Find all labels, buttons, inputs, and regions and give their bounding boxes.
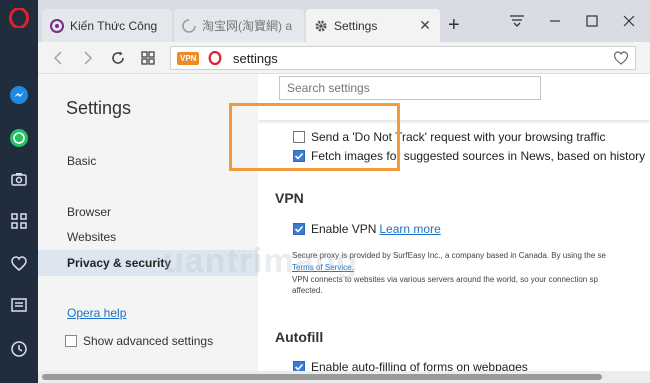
address-bar[interactable]: VPN settings xyxy=(170,46,636,70)
dnt-label: Send a 'Do Not Track' request with your … xyxy=(311,130,606,144)
nav-basic[interactable]: Basic xyxy=(38,148,258,174)
fetch-images-label: Fetch images for suggested sources in Ne… xyxy=(311,149,646,163)
checkmark-icon xyxy=(294,152,304,160)
tab-menu-icon[interactable] xyxy=(506,10,528,32)
show-advanced-checkbox[interactable] xyxy=(65,335,77,347)
whatsapp-icon[interactable] xyxy=(8,127,30,149)
messenger-icon[interactable] xyxy=(8,84,30,106)
search-input[interactable] xyxy=(279,76,541,100)
close-window-icon[interactable] xyxy=(618,10,640,32)
opera-logo[interactable] xyxy=(9,8,29,28)
settings-page: Settings Basic Browser Websites Privacy … xyxy=(38,74,650,383)
tab-strip: Kiến Thức Công 淘宝网(淘寶網) a Settings ✕ + xyxy=(38,0,650,42)
dnt-checkbox[interactable] xyxy=(293,131,305,143)
autofill-section-title: Autofill xyxy=(275,329,324,345)
reload-icon[interactable] xyxy=(108,48,128,68)
apps-grid-icon[interactable] xyxy=(8,210,30,232)
vpn-description-3: affected. xyxy=(292,286,323,295)
horizontal-scrollbar[interactable] xyxy=(38,371,650,383)
learn-more-link[interactable]: Learn more xyxy=(379,222,440,236)
vpn-section-title: VPN xyxy=(275,190,304,206)
fetch-images-option[interactable]: Fetch images for suggested sources in Ne… xyxy=(293,149,645,163)
enable-vpn-checkbox[interactable] xyxy=(293,223,305,235)
speed-dial-grid-icon[interactable] xyxy=(138,48,158,68)
camera-icon[interactable] xyxy=(8,168,30,190)
show-advanced-toggle[interactable]: Show advanced settings xyxy=(65,334,213,348)
back-icon[interactable] xyxy=(48,48,68,68)
tab-title: Settings xyxy=(334,18,378,33)
gear-icon xyxy=(315,20,327,31)
page-title: Settings xyxy=(66,98,132,118)
settings-nav: Settings Basic Browser Websites Privacy … xyxy=(38,74,258,383)
dnt-option[interactable]: Send a 'Do Not Track' request with your … xyxy=(293,130,606,144)
tab-title: Kiến Thức Công xyxy=(70,18,158,33)
url-text[interactable]: settings xyxy=(233,51,278,66)
checkmark-icon xyxy=(294,225,304,233)
enable-vpn-option[interactable]: Enable VPN Learn more xyxy=(293,222,441,236)
settings-content: Send a 'Do Not Track' request with your … xyxy=(258,74,650,383)
maximize-icon[interactable] xyxy=(581,10,603,32)
tab-taobao[interactable]: 淘宝网(淘寶網) a xyxy=(174,9,304,42)
forward-icon[interactable] xyxy=(78,48,98,68)
opera-help-link[interactable]: Opera help xyxy=(67,306,126,320)
bookmark-heart-icon[interactable] xyxy=(613,50,629,66)
search-bar xyxy=(258,74,650,120)
heart-icon[interactable] xyxy=(8,253,30,275)
address-toolbar: VPN settings xyxy=(38,42,650,74)
tab-settings[interactable]: Settings ✕ xyxy=(306,9,440,42)
tab-kienthuc[interactable]: Kiến Thức Công xyxy=(42,9,172,42)
opera-sidebar xyxy=(0,0,38,383)
fetch-images-checkbox[interactable] xyxy=(293,150,305,162)
news-icon[interactable] xyxy=(8,294,30,316)
opera-url-icon xyxy=(208,51,222,65)
close-tab-icon[interactable]: ✕ xyxy=(418,17,432,34)
scrollbar-thumb[interactable] xyxy=(42,374,602,380)
vpn-badge[interactable]: VPN xyxy=(177,52,200,65)
watermark: uantrimang xyxy=(163,242,359,280)
nav-browser[interactable]: Browser xyxy=(38,199,258,225)
enable-vpn-label: Enable VPN xyxy=(311,222,377,236)
history-clock-icon[interactable] xyxy=(8,338,30,360)
minimize-icon[interactable] xyxy=(544,10,566,32)
show-advanced-label: Show advanced settings xyxy=(83,334,214,348)
tab-title: 淘宝网(淘寶網) a xyxy=(202,19,293,33)
quantrimang-favicon xyxy=(50,18,64,33)
loading-spinner-icon xyxy=(182,18,196,33)
new-tab-button[interactable]: + xyxy=(448,14,460,37)
